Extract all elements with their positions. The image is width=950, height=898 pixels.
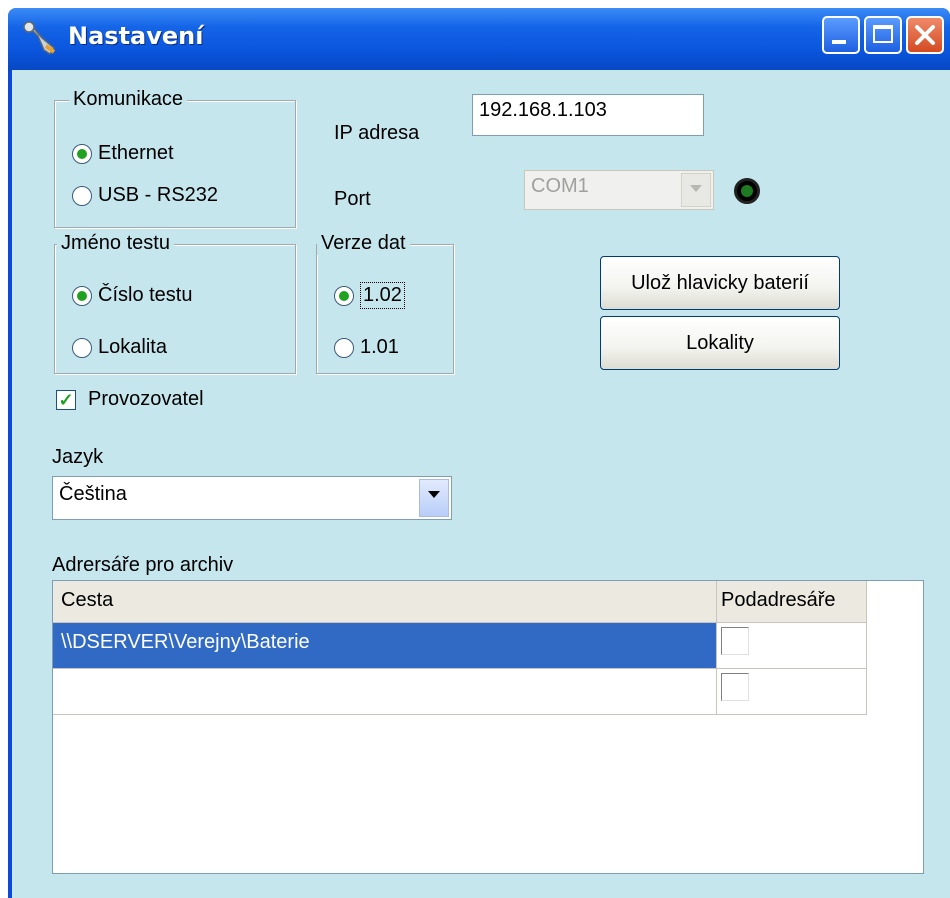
window-title: Nastavení (68, 22, 204, 50)
table-row-subdir-cell (717, 669, 867, 715)
maximize-icon (873, 25, 893, 43)
chevron-down-icon[interactable] (419, 479, 449, 517)
usb-rs232-label[interactable]: USB - RS232 (98, 184, 218, 207)
save-battery-headers-button[interactable]: Ulož hlavicky baterií (600, 256, 840, 310)
cislo-testu-label[interactable]: Číslo testu (98, 284, 192, 307)
port-value: COM1 (531, 175, 589, 197)
title-bar[interactable]: Nastavení (8, 8, 950, 70)
chevron-down-icon[interactable] (681, 173, 711, 207)
version-102-radio[interactable] (334, 286, 354, 306)
dialog-body: Komunikace Ethernet USB - RS232 IP adres… (12, 70, 950, 898)
table-row-path[interactable] (53, 669, 717, 715)
provozovatel-checkbox[interactable]: ✓ (56, 390, 76, 410)
komunikace-group: Komunikace (54, 88, 296, 228)
language-combo[interactable]: Čeština (52, 476, 452, 520)
version-101-radio[interactable] (334, 338, 354, 358)
column-header-podadresare[interactable]: Podadresáře (717, 581, 867, 623)
close-button[interactable] (906, 16, 944, 54)
version-101-label[interactable]: 1.01 (360, 336, 399, 359)
language-value: Čeština (59, 483, 127, 505)
ip-label: IP adresa (334, 122, 420, 144)
column-header-cesta[interactable]: Cesta (53, 581, 717, 623)
table-row-path[interactable]: \\DSERVER\Verejny\Baterie (53, 623, 717, 669)
port-label: Port (334, 188, 371, 210)
table-row-subdir-cell (717, 623, 867, 669)
close-icon (915, 25, 935, 45)
jazyk-label: Jazyk (52, 446, 104, 468)
ethernet-label[interactable]: Ethernet (98, 142, 174, 165)
ethernet-radio[interactable] (72, 144, 92, 164)
usb-rs232-radio[interactable] (72, 186, 92, 206)
localities-button[interactable]: Lokality (600, 316, 840, 370)
archive-grid[interactable]: Cesta Podadresáře \\DSERVER\Verejny\Bate… (52, 580, 924, 874)
archive-label: Adrersáře pro archiv (52, 554, 234, 576)
jmeno-testu-title: Jméno testu (57, 232, 174, 255)
minimize-icon (832, 40, 846, 44)
ip-address-input[interactable]: 192.168.1.103 (472, 94, 704, 136)
cislo-testu-radio[interactable] (72, 286, 92, 306)
wrench-icon (23, 21, 56, 56)
version-102-label[interactable]: 1.02 (360, 282, 405, 309)
lokalita-label[interactable]: Lokalita (98, 336, 167, 359)
komunikace-title: Komunikace (69, 88, 188, 111)
subdirectory-checkbox[interactable] (721, 673, 749, 701)
jmeno-testu-group: Jméno testu (54, 232, 296, 374)
connection-status-led (734, 178, 760, 204)
port-combo[interactable]: COM1 (524, 170, 714, 210)
minimize-button[interactable] (822, 16, 860, 54)
lokalita-radio[interactable] (72, 338, 92, 358)
maximize-button[interactable] (864, 16, 902, 54)
settings-window: Nastavení Komunikace Ethernet USB - RS23… (8, 8, 950, 898)
subdirectory-checkbox[interactable] (721, 627, 749, 655)
provozovatel-label[interactable]: Provozovatel (88, 388, 204, 411)
verze-dat-title: Verze dat (317, 232, 410, 255)
